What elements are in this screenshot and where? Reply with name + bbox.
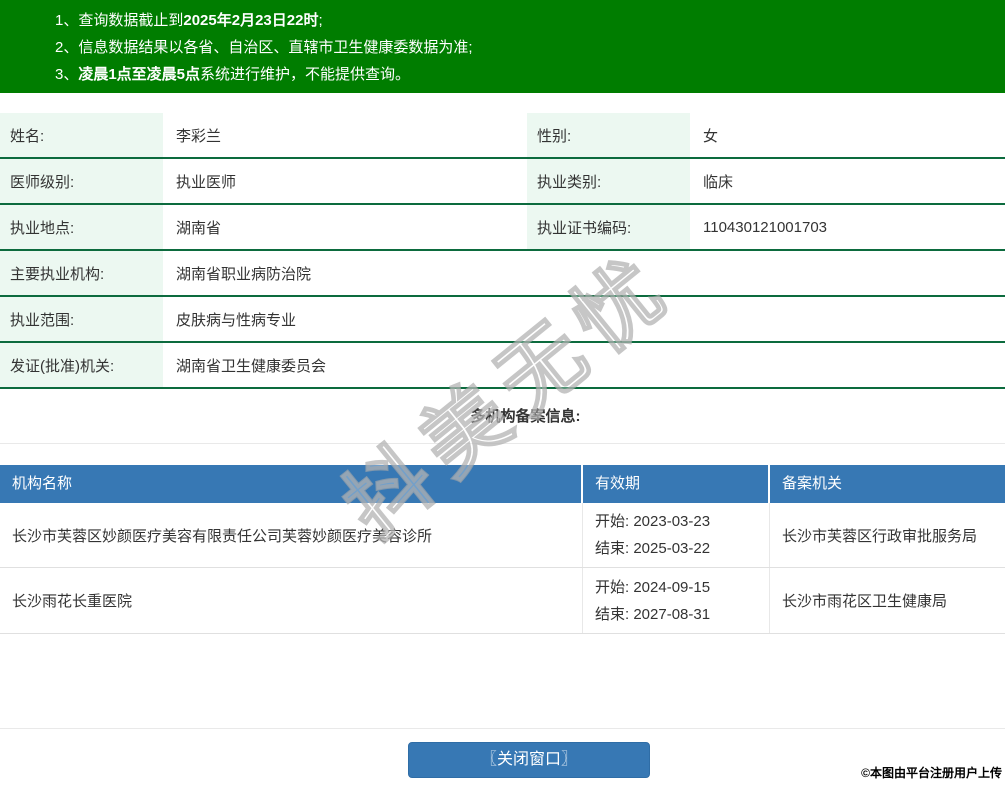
issuer-value: 湖南省卫生健康委员会 (176, 357, 327, 375)
main-org-value: 湖南省职业病防治院 (176, 265, 312, 283)
main-org-label: 主要执业机构: (0, 251, 163, 295)
info-row-scope: 执业范围: 皮肤病与性病专业 (0, 297, 1005, 343)
gender-value: 女 (703, 127, 719, 145)
record-2-authority: 长沙市雨花区卫生健康局 (782, 593, 948, 610)
issuer-label: 发证(批准)机关: (0, 343, 163, 387)
notice-1-bold-date: 2025年2月23日22时 (183, 12, 319, 29)
record-2-start: 开始: 2024-09-15 (595, 574, 769, 601)
start-label: 开始: (595, 578, 634, 596)
close-window-button[interactable]: 〖关闭窗口〗 (408, 742, 650, 778)
record-1-start: 开始: 2023-03-23 (595, 508, 769, 535)
header-validity: 有效期 (583, 465, 770, 503)
level-label: 医师级别: (0, 159, 163, 203)
notice-line-3: 3、凌晨1点至凌晨5点系统进行维护，不能提供查询。 (55, 61, 1005, 88)
divider-above-button (0, 728, 1005, 729)
info-row-issuer: 发证(批准)机关: 湖南省卫生健康委员会 (0, 343, 1005, 389)
record-1-authority: 长沙市芙蓉区行政审批服务局 (782, 527, 978, 545)
cert-number-value: 110430121001703 (703, 218, 828, 236)
records-header-row: 机构名称 有效期 备案机关 (0, 465, 1005, 503)
record-2-start-date: 2024-09-15 (633, 578, 711, 596)
record-1-start-date: 2023-03-23 (633, 513, 711, 530)
gender-label: 性别: (527, 113, 690, 157)
multi-org-records-table: 机构名称 有效期 备案机关 长沙市芙蓉区妙颜医疗美容有限责任公司芙蓉妙颜医疗美容… (0, 465, 1005, 634)
record-row-2: 长沙雨花长重医院 开始: 2024-09-15 结束: 2027-08-31 长… (0, 568, 1005, 634)
notice-line-1: 1、查询数据截止到2025年2月23日22时; (55, 7, 1005, 34)
notice-3-suffix: 系统进行维护，不能提供查询。 (200, 66, 411, 83)
info-row-location-cert: 执业地点: 湖南省 执业证书编码: 110430121001703 (0, 205, 1005, 251)
physician-query-result-page: 1、查询数据截止到2025年2月23日22时; 2、信息数据结果以各省、自治区、… (0, 0, 1005, 785)
notice-3-number: 3、 (55, 66, 79, 83)
practitioner-info-table: 姓名: 李彩兰 性别: 女 医师级别: 执业医师 执业类别: 临床 执业地点: … (0, 113, 1005, 389)
header-org-name: 机构名称 (0, 465, 583, 503)
location-label: 执业地点: (0, 205, 163, 249)
end-label: 结束: (595, 605, 634, 623)
scope-label: 执业范围: (0, 297, 163, 341)
info-row-level-category: 医师级别: 执业医师 执业类别: 临床 (0, 159, 1005, 205)
name-label: 姓名: (0, 113, 163, 157)
multi-org-section-heading: 多机构备案信息: (0, 405, 1005, 426)
cert-number-label: 执业证书编码: (527, 205, 690, 249)
info-row-main-org: 主要执业机构: 湖南省职业病防治院 (0, 251, 1005, 297)
start-label: 开始: (595, 513, 634, 530)
record-2-org: 长沙雨花长重医院 (0, 568, 583, 633)
record-1-end: 结束: 2025-03-22 (595, 535, 769, 562)
divider-above-records (0, 443, 1005, 444)
notice-3-bold-time: 凌晨1点至凌晨5点 (78, 66, 201, 83)
notice-banner: 1、查询数据截止到2025年2月23日22时; 2、信息数据结果以各省、自治区、… (0, 0, 1005, 93)
header-authority: 备案机关 (782, 475, 843, 492)
notice-1-text: 查询数据截止到 (78, 12, 184, 29)
record-2-validity: 开始: 2024-09-15 结束: 2027-08-31 (583, 568, 770, 633)
record-1-validity: 开始: 2023-03-23 结束: 2025-03-22 (583, 503, 770, 567)
record-row-1: 长沙市芙蓉区妙颜医疗美容有限责任公司芙蓉妙颜医疗美容诊所 开始: 2023-03… (0, 503, 1005, 568)
record-1-org: 长沙市芙蓉区妙颜医疗美容有限责任公司芙蓉妙颜医疗美容诊所 (0, 503, 583, 567)
level-value: 执业医师 (176, 173, 237, 191)
record-2-end: 结束: 2027-08-31 (595, 601, 769, 628)
category-label: 执业类别: (527, 159, 690, 203)
notice-2-number: 2、 (55, 39, 79, 56)
record-1-end-date: 2025-03-22 (633, 540, 711, 557)
notice-1-suffix: ; (318, 12, 323, 29)
copyright-note: ©本图由平台注册用户上传 (861, 766, 1002, 780)
record-2-end-date: 2027-08-31 (633, 605, 711, 623)
location-value: 湖南省 (176, 219, 222, 237)
notice-2-text: 信息数据结果以各省、自治区、直辖市卫生健康委数据为准; (78, 39, 473, 56)
category-value: 临床 (703, 173, 734, 191)
notice-line-2: 2、信息数据结果以各省、自治区、直辖市卫生健康委数据为准; (55, 34, 1005, 61)
multi-org-section-heading-text: 多机构备案信息: (470, 408, 581, 425)
end-label: 结束: (595, 540, 634, 557)
scope-value: 皮肤病与性病专业 (176, 311, 297, 329)
info-row-name-gender: 姓名: 李彩兰 性别: 女 (0, 113, 1005, 159)
notice-1-number: 1、 (55, 12, 79, 29)
name-value: 李彩兰 (176, 127, 222, 145)
